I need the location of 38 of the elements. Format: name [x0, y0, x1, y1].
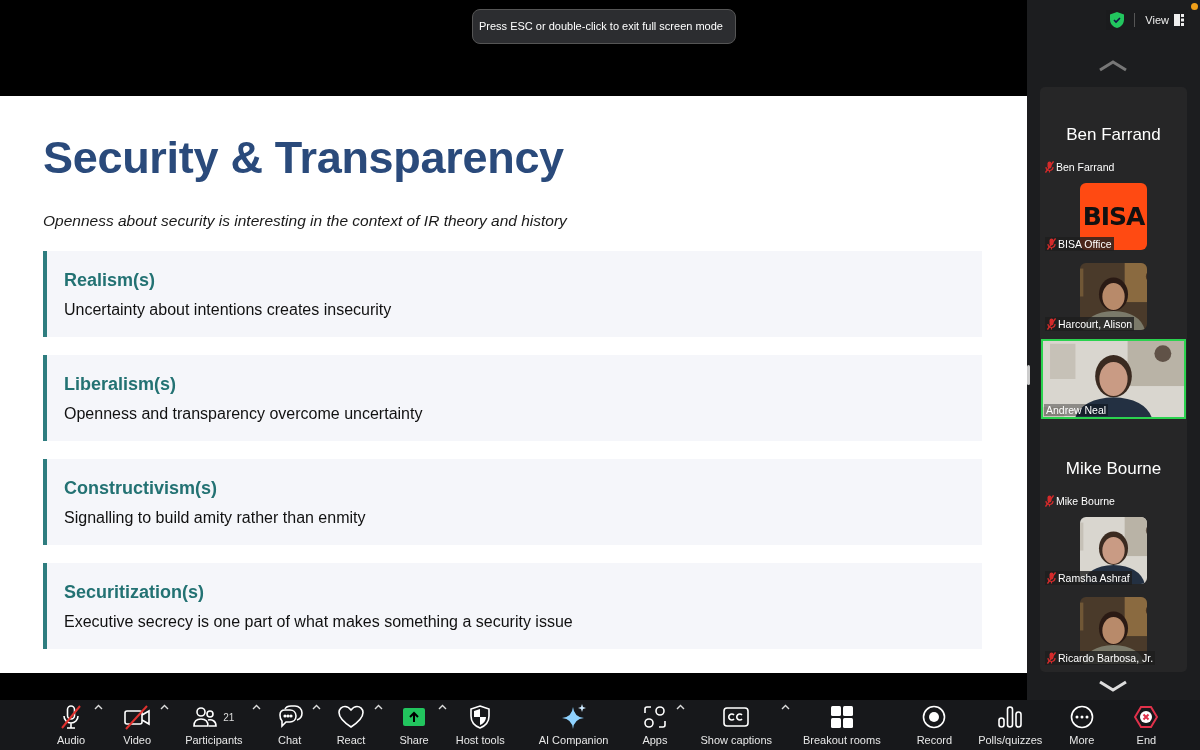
participant-name: Ben Farrand	[1056, 161, 1115, 173]
participant-count: 21	[223, 711, 235, 723]
toolbar-button[interactable]: AI Companion	[538, 700, 609, 746]
slide-title: Security & Transparency	[43, 132, 565, 184]
participant-name: Andrew Neal	[1046, 404, 1107, 416]
fullscreen-tooltip: Press ESC or double-click to exit full screen mode	[472, 9, 736, 44]
participant-name: Mike Bourne	[1056, 495, 1115, 507]
toolbar-button[interactable]: Video	[123, 700, 152, 746]
toolbar-button[interactable]: End	[1134, 700, 1159, 746]
card-heading: Constructivism(s)	[64, 478, 219, 499]
toolbar-button[interactable]: Chat	[276, 700, 303, 746]
logo-text: BISA	[1082, 202, 1145, 231]
card-text: Openness and transparency overcome uncertainty	[64, 405, 424, 423]
participant-name: BISA Office	[1058, 238, 1112, 250]
toolbar-button[interactable]: Apps	[642, 700, 668, 746]
toolbar-button[interactable]: Record	[916, 700, 953, 746]
toolbar-button[interactable]: More	[1069, 700, 1095, 746]
toolbar-button[interactable]: Share	[399, 700, 429, 746]
participant-display-name: Ben Farrand	[1065, 124, 1162, 145]
card-text: Uncertainty about intentions creates insecurity	[64, 301, 393, 319]
toolbar-button[interactable]: Polls/quizzes	[978, 700, 1043, 746]
card-heading: Securitization(s)	[64, 582, 206, 603]
toolbar-button[interactable]: Breakout rooms	[803, 700, 881, 746]
toolbar-button[interactable]: 21 Participants	[185, 700, 243, 746]
card-text: Executive secrecy is one part of what makes something a security issue	[64, 613, 574, 631]
card-text: Signalling to build amity rather than enmity	[64, 509, 367, 527]
participant-name: Harcourt, Alison	[1058, 318, 1133, 330]
toolbar-button[interactable]: Audio	[57, 700, 86, 746]
participant-name: Ramsha Ashraf	[1058, 572, 1130, 584]
toolbar-button[interactable]: React	[336, 700, 366, 746]
participant-display-name: Mike Bourne	[1064, 458, 1163, 479]
slide-subtitle: Openness about security is interesting in the context of IR theory and history	[43, 212, 569, 230]
card-heading: Liberalism(s)	[64, 374, 178, 395]
participant-name: Ricardo Barbosa, Jr.	[1058, 652, 1154, 664]
toolbar-button[interactable]: Host tools	[455, 700, 505, 746]
toolbar-button[interactable]: Show captions	[700, 700, 772, 746]
card-heading: Realism(s)	[64, 270, 157, 291]
view-button[interactable]: View	[1145, 14, 1184, 26]
